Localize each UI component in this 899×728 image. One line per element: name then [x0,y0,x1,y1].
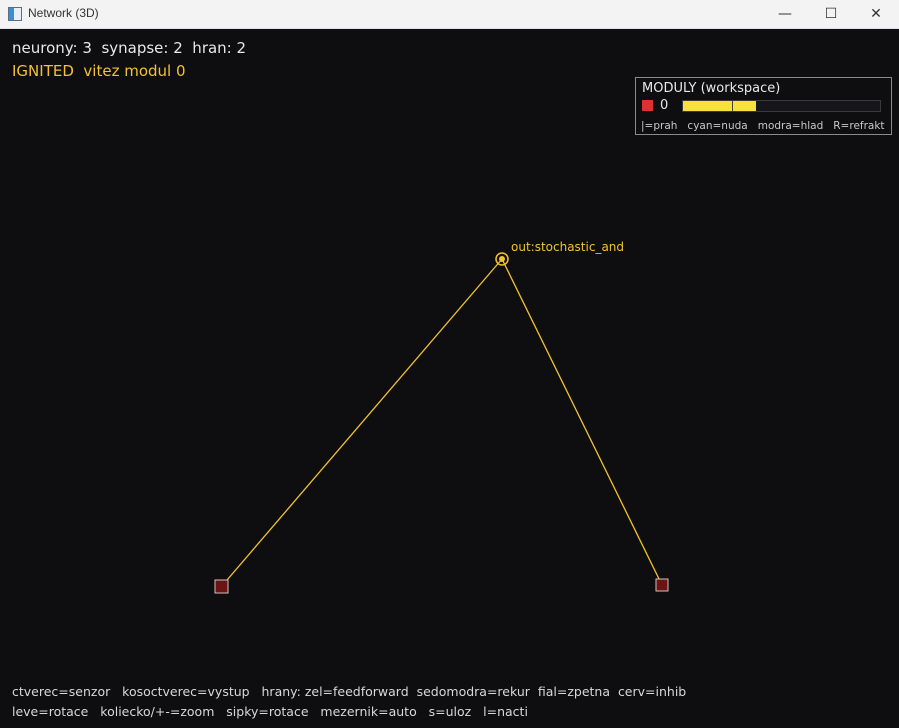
network-stats: neurony: 3 synapse: 2 hran: 2 [12,39,247,57]
output-neuron[interactable]: out:stochastic_and [495,240,624,266]
app-icon [8,7,22,21]
window-title: Network (3D) [28,6,99,20]
module-activation-bar [682,100,881,112]
network-canvas[interactable]: out:stochastic_and neurony: 3 synapse: 2… [0,29,899,728]
module-threshold-marker [732,101,734,111]
module-id: 0 [660,98,669,113]
edge-sensor-2-to-output [501,258,663,586]
minimize-button[interactable]: — [762,0,808,28]
app-window: Network (3D) — ☐ ✕ out:stochastic_and ne… [0,0,899,728]
modules-panel-title: MODULY (workspace) [642,81,781,96]
maximize-button[interactable]: ☐ [808,0,854,28]
sensor-neuron-2[interactable] [655,578,669,592]
modules-legend: |=prah cyan=nuda modra=hlad R=refrakt [641,120,885,132]
help-legend-shapes: ctverec=senzor kosoctverec=vystup hrany:… [12,684,687,699]
module-activation-fill [683,101,756,111]
edge-sensor-1-to-output [221,258,503,587]
sensor-neuron-1[interactable] [214,579,229,594]
title-bar[interactable]: Network (3D) — ☐ ✕ [0,0,899,29]
modules-panel: MODULY (workspace) 0 |=prah cyan=nuda mo… [635,77,892,135]
help-controls: leve=rotace koliecko/+-=zoom sipky=rotac… [12,704,528,719]
output-neuron-label: out:stochastic_and [511,240,624,254]
output-neuron-core [499,256,505,262]
close-button[interactable]: ✕ [853,0,899,28]
ignition-status: IGNITED vitez modul 0 [12,62,186,80]
module-color-swatch [642,100,653,111]
